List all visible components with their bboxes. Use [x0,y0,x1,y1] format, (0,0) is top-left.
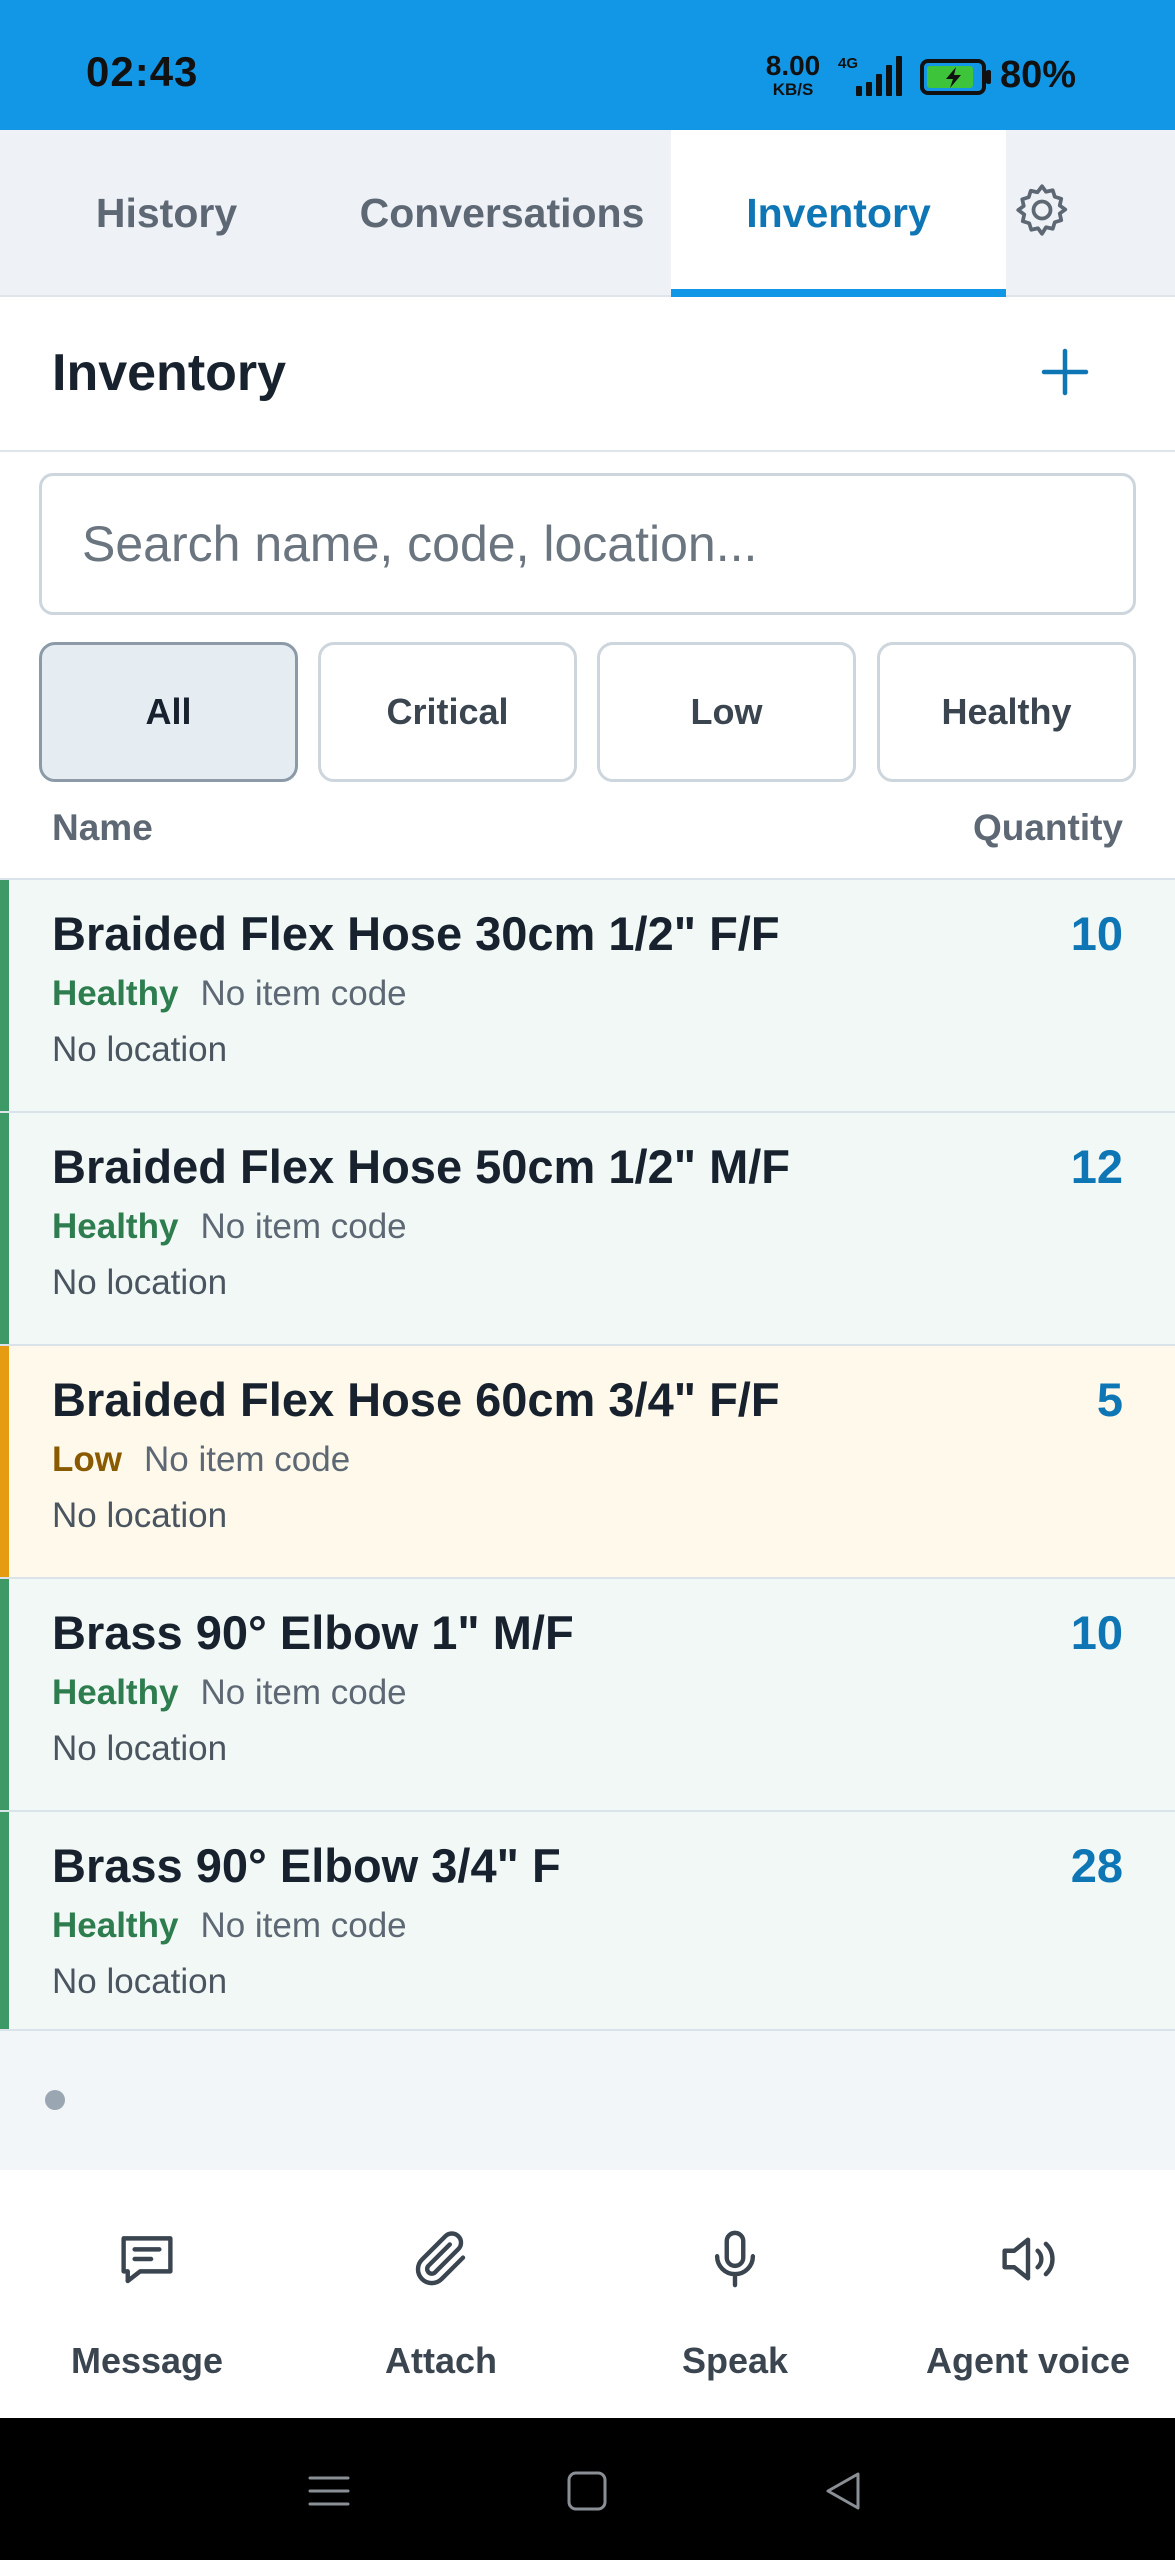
speaker-icon [1002,2237,1055,2281]
item-quantity: 5 [1096,1373,1123,1426]
status-bar-indicator [0,880,9,1111]
item-quantity: 28 [1070,1839,1123,1892]
signal-icon: 4G [838,55,902,96]
item-meta: Low No item code [52,1440,350,1480]
search-input[interactable] [39,473,1136,615]
inventory-row[interactable]: Braided Flex Hose 30cm 1/2" F/F 10 Healt… [0,878,1175,1111]
network-speed-unit: KB/S [772,80,814,99]
filter-critical[interactable]: Critical [318,642,577,782]
status-bar-indicator [0,1812,9,2029]
status-bar-indicator [0,1113,9,1344]
status-bar-indicator [0,1346,9,1577]
item-name: Braided Flex Hose 30cm 1/2" F/F [52,907,780,960]
status-badge: Healthy [52,1673,179,1712]
gear-icon [1016,184,1068,236]
add-item-button[interactable] [1030,337,1100,407]
tab-bar: History Conversations Inventory [0,130,1175,297]
item-name: Brass 90° Elbow 1" M/F [52,1606,574,1659]
network-type-label: 4G [838,55,858,72]
battery-percent: 80% [1000,54,1077,96]
item-code: No item code [200,1906,407,1945]
inventory-screen: 02:43 8.00 KB/S 4G 80% History Conversat… [0,0,1175,2560]
column-header-name: Name [52,807,153,848]
item-meta: Healthy No item code [52,1207,407,1247]
home-icon[interactable] [562,2466,612,2516]
message-button[interactable]: Message [0,2170,294,2418]
status-bar-indicator [0,1579,9,1810]
speak-button[interactable]: Speak [588,2170,882,2418]
system-nav-bar [0,2418,1175,2560]
status-bar: 02:43 8.00 KB/S 4G 80% [0,0,1175,130]
item-meta: Healthy No item code [52,974,407,1014]
item-location: No location [52,1030,228,1069]
battery-icon [920,59,991,95]
item-meta: Healthy No item code [52,1673,407,1713]
inventory-list: Braided Flex Hose 30cm 1/2" F/F 10 Healt… [0,878,1175,2031]
status-badge: Low [52,1440,122,1479]
tab-conversations[interactable]: Conversations [333,130,671,297]
agent-voice-button-label: Agent voice [925,2340,1131,2381]
item-location: No location [52,1496,228,1535]
search-filter-area: All Critical Low Healthy Name Quantity [0,452,1175,882]
plus-icon [1041,348,1089,396]
filter-low[interactable]: Low [597,642,856,782]
inventory-row[interactable]: Braided Flex Hose 60cm 3/4" F/F 5 Low No … [0,1344,1175,1577]
item-quantity: 10 [1070,907,1123,960]
network-speed-value: 8.00 [765,50,821,81]
network-speed: 8.00 KB/S [758,50,828,99]
column-header-quantity: Quantity [972,807,1123,848]
inventory-row[interactable]: Braided Flex Hose 50cm 1/2" M/F 12 Healt… [0,1111,1175,1344]
item-location: No location [52,1962,228,2001]
message-button-label: Message [70,2340,224,2381]
item-quantity: 10 [1070,1606,1123,1659]
tab-history[interactable]: History [0,130,333,297]
item-location: No location [52,1729,228,1768]
item-code: No item code [200,1207,407,1246]
item-code: No item code [200,1673,407,1712]
item-name: Braided Flex Hose 50cm 1/2" M/F [52,1140,791,1193]
attach-button[interactable]: Attach [294,2170,588,2418]
attach-button-label: Attach [384,2340,497,2381]
page-header: Inventory [0,297,1175,452]
item-meta: Healthy No item code [52,1906,407,1946]
bottom-action-bar: Message Attach Speak Agent voice [0,2170,1175,2418]
settings-button[interactable] [1002,170,1082,250]
inventory-row[interactable]: Brass 90° Elbow 3/4" F 28 Healthy No item… [0,1810,1175,2029]
item-name: Braided Flex Hose 60cm 3/4" F/F [52,1373,780,1426]
filter-healthy[interactable]: Healthy [877,642,1136,782]
inventory-row[interactable]: Brass 90° Elbow 1" M/F 10 Healthy No item… [0,1577,1175,1810]
menu-icon[interactable] [304,2466,354,2516]
item-code: No item code [200,974,407,1013]
microphone-icon [714,2230,756,2288]
item-name: Brass 90° Elbow 3/4" F [52,1839,561,1892]
item-quantity: 12 [1070,1140,1123,1193]
speak-button-label: Speak [681,2340,789,2381]
back-icon[interactable] [818,2466,868,2516]
status-time: 02:43 [86,48,199,95]
agent-voice-button[interactable]: Agent voice [881,2170,1175,2418]
status-badge: Healthy [52,1207,179,1246]
scroll-indicator-dot [45,2090,65,2110]
page-title: Inventory [52,344,287,402]
tab-inventory[interactable]: Inventory [671,130,1006,297]
message-icon [121,2236,173,2284]
status-badge: Healthy [52,1906,179,1945]
filter-all[interactable]: All [39,642,298,782]
item-code: No item code [143,1440,351,1479]
paperclip-icon [415,2231,466,2286]
status-badge: Healthy [52,974,179,1013]
item-location: No location [52,1263,228,1302]
list-divider [0,2029,1175,2031]
